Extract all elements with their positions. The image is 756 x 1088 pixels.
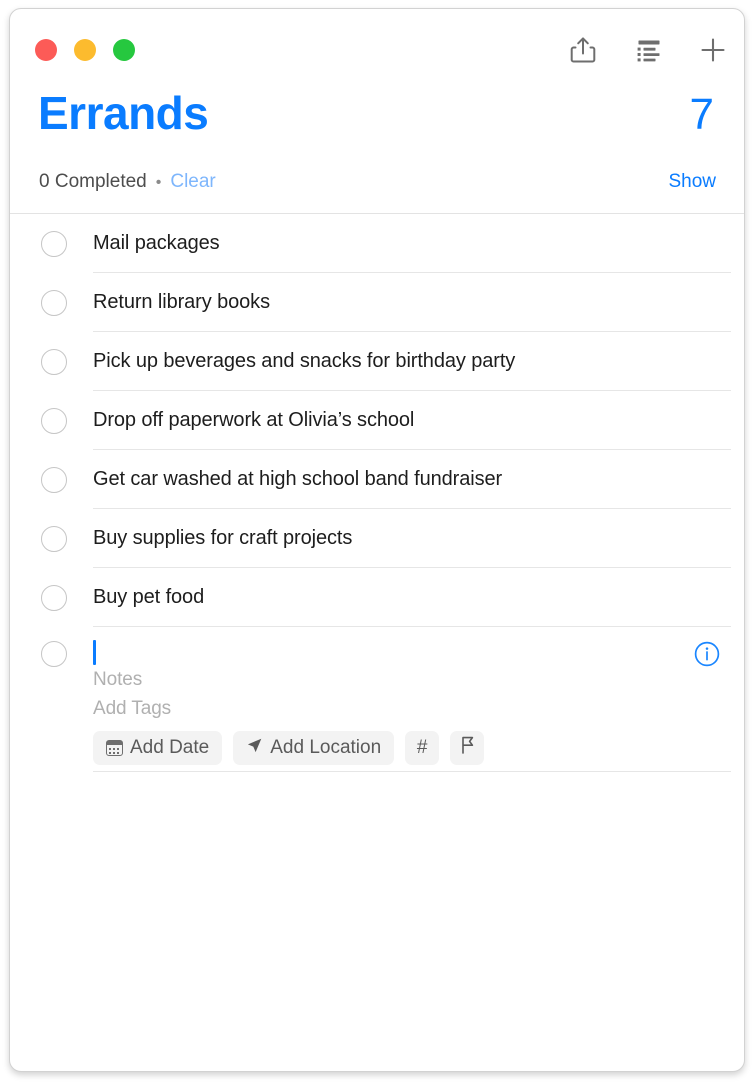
location-arrow-icon xyxy=(246,737,263,760)
table-row[interactable]: Mail packages xyxy=(10,214,744,273)
complete-checkbox[interactable] xyxy=(41,525,67,552)
reminder-title: Mail packages xyxy=(93,232,220,254)
add-tag-button[interactable]: # xyxy=(405,731,440,765)
table-row[interactable]: Return library books xyxy=(10,273,744,332)
new-reminder-fields: Notes Add Tags Add Date Add Location # xyxy=(93,627,744,765)
completed-group: 0 Completed • Clear xyxy=(39,171,216,193)
minimize-button[interactable] xyxy=(74,39,96,61)
completed-count-label: 0 Completed xyxy=(39,171,147,192)
complete-checkbox[interactable] xyxy=(41,407,67,434)
reminder-title: Get car washed at high school band fundr… xyxy=(93,468,503,490)
reminder-count: 7 xyxy=(689,90,714,139)
list-header: Errands 7 xyxy=(10,85,744,161)
plus-icon xyxy=(699,36,727,69)
complete-checkbox[interactable] xyxy=(41,230,67,257)
add-date-button[interactable]: Add Date xyxy=(93,731,223,765)
completed-bar: 0 Completed • Clear Show xyxy=(10,161,744,214)
add-tags-input[interactable]: Add Tags xyxy=(93,694,744,723)
table-row[interactable]: Buy pet food xyxy=(10,568,744,627)
add-location-label: Add Location xyxy=(270,737,382,758)
text-caret xyxy=(93,640,96,665)
complete-checkbox[interactable] xyxy=(41,289,67,316)
reminders-window: Errands 7 0 Completed • Clear Show Mail … xyxy=(9,8,745,1072)
reminder-title: Buy supplies for craft projects xyxy=(93,527,353,549)
reminder-list: Mail packages Return library books Pick … xyxy=(10,214,744,772)
complete-checkbox[interactable] xyxy=(41,641,67,667)
table-row[interactable]: Buy supplies for craft projects xyxy=(10,509,744,568)
table-row[interactable]: Pick up beverages and snacks for birthda… xyxy=(10,332,744,391)
complete-checkbox[interactable] xyxy=(41,584,67,611)
table-row[interactable]: Get car washed at high school band fundr… xyxy=(10,450,744,509)
hash-icon: # xyxy=(416,737,428,758)
share-button[interactable] xyxy=(562,31,604,73)
close-button[interactable] xyxy=(35,39,57,61)
new-reminder-row[interactable]: Notes Add Tags Add Date Add Location # xyxy=(10,627,744,772)
sort-list-button[interactable] xyxy=(628,31,670,73)
reminder-title: Drop off paperwork at Olivia’s school xyxy=(93,409,415,431)
add-location-button[interactable]: Add Location xyxy=(233,731,395,765)
table-row[interactable]: Drop off paperwork at Olivia’s school xyxy=(10,391,744,450)
zoom-button[interactable] xyxy=(113,39,135,61)
list-sort-icon xyxy=(635,38,663,67)
clear-completed-button[interactable]: Clear xyxy=(170,171,215,193)
notes-input[interactable]: Notes xyxy=(93,665,744,694)
reminder-title: Buy pet food xyxy=(93,586,205,608)
reminder-info-button[interactable] xyxy=(694,641,720,667)
reminder-title-input[interactable] xyxy=(93,640,744,665)
show-completed-button[interactable]: Show xyxy=(668,171,716,193)
title-bar xyxy=(10,9,744,85)
share-icon xyxy=(570,36,596,69)
page-title: Errands xyxy=(38,87,209,139)
complete-checkbox[interactable] xyxy=(41,466,67,493)
add-reminder-button[interactable] xyxy=(692,31,734,73)
complete-checkbox[interactable] xyxy=(41,348,67,375)
info-circle-icon xyxy=(694,641,720,671)
add-flag-button[interactable] xyxy=(450,731,485,765)
flag-icon xyxy=(459,736,476,760)
calendar-icon xyxy=(106,740,123,756)
bullet-separator: • xyxy=(155,174,162,191)
add-date-label: Add Date xyxy=(130,737,210,758)
reminder-title: Pick up beverages and snacks for birthda… xyxy=(93,350,516,372)
reminder-title: Return library books xyxy=(93,291,270,313)
quick-actions: Add Date Add Location # xyxy=(93,731,744,765)
